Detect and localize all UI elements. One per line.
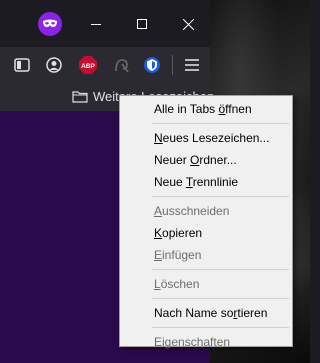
menu-item-new-folder[interactable]: Neuer Ordner... [120,149,292,171]
navigation-toolbar: ABP [0,47,210,83]
menu-item-properties[interactable]: Eigenschaften [120,331,292,353]
folder-icon [72,91,88,103]
menu-item-sort-by-name[interactable]: Nach Name sortieren [120,302,292,324]
minimize-button[interactable] [78,8,114,40]
private-mask-icon[interactable] [38,12,62,36]
hamburger-menu-icon[interactable] [180,53,204,77]
menu-item-new-separator[interactable]: Neue Trennlinie [120,171,292,193]
adblock-plus-icon[interactable]: ABP [76,53,100,77]
account-icon[interactable] [42,53,66,77]
minimize-icon [91,24,101,25]
toolbar-separator [172,55,173,75]
close-icon [182,18,194,30]
svg-text:ABP: ABP [81,63,95,70]
menu-item-new-bookmark[interactable]: Neues Lesezeichen... [120,127,292,149]
menu-item-paste[interactable]: Einfügen [120,244,292,266]
menu-item-copy[interactable]: Kopieren [120,222,292,244]
bookmarks-context-menu: Alle in Tabs öffnen Neues Lesezeichen...… [119,95,293,349]
sidebar-icon[interactable] [10,53,34,77]
menu-item-delete[interactable]: Löschen [120,273,292,295]
menu-item-cut[interactable]: Ausschneiden [120,200,292,222]
menu-separator [152,269,289,270]
menu-item-open-all-in-tabs[interactable]: Alle in Tabs öffnen [120,98,292,120]
maximize-icon [137,19,147,29]
menu-separator [152,298,289,299]
menu-separator [152,196,289,197]
maximize-button[interactable] [124,8,160,40]
title-bar [0,0,210,47]
menu-separator [152,123,289,124]
bitwarden-icon[interactable] [140,53,164,77]
extension-icon[interactable] [110,53,134,77]
menu-separator [152,327,289,328]
close-button[interactable] [170,8,206,40]
